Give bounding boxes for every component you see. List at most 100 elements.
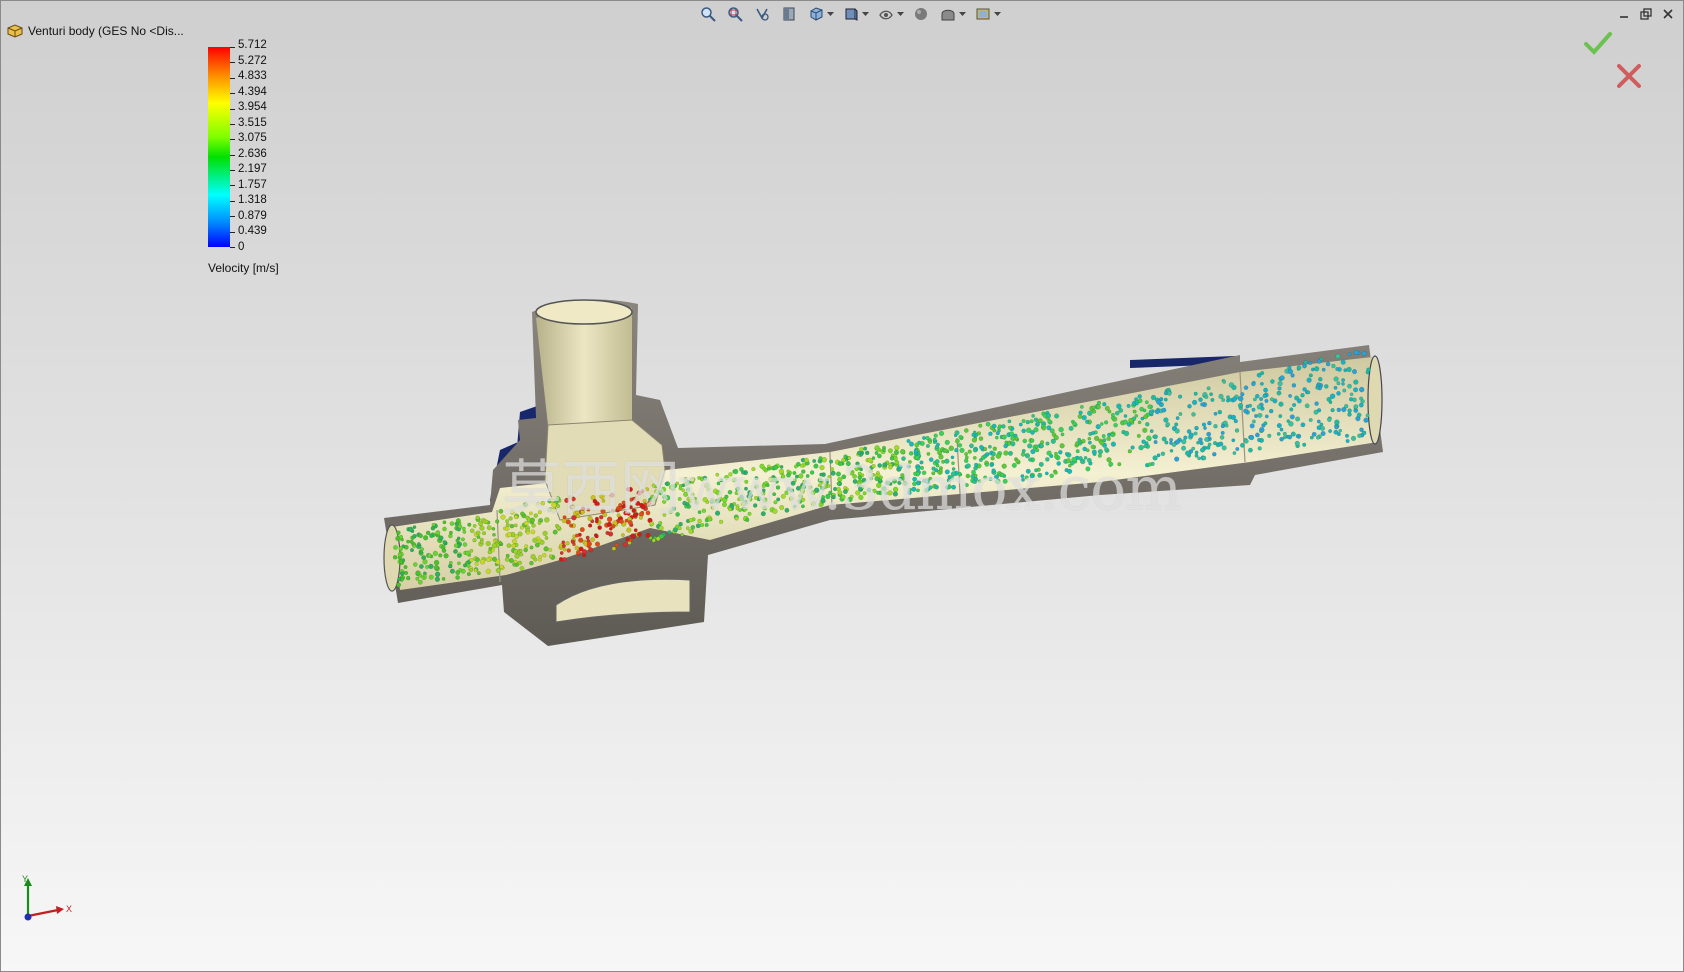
flow-particle [1252,419,1256,424]
flow-particle [1340,359,1346,365]
flow-particle [1308,361,1313,366]
flow-particle [1085,419,1090,424]
flow-particle [1226,398,1230,403]
flow-particle [933,433,938,438]
flow-particle [525,530,530,535]
flow-particle [562,557,567,562]
flow-particle [422,574,427,578]
flow-particle [1041,426,1046,431]
flow-particle [1290,431,1296,437]
flow-particle [1263,387,1269,393]
flow-particle [512,538,517,544]
flow-particle [559,551,564,555]
flow-particle [1308,373,1313,378]
flow-particle [542,553,547,558]
flow-particle [1231,384,1237,391]
flow-particle [1306,390,1311,395]
flow-particle [1206,431,1212,437]
port-opening [535,299,633,325]
flow-particle [1033,417,1039,422]
flow-particle [406,539,410,544]
flow-particle [594,541,601,547]
flow-particle [508,558,514,564]
flow-particle [1194,453,1199,458]
flow-particle [1260,371,1265,376]
flow-particle [1295,416,1301,422]
flow-particle [1224,423,1229,428]
flow-particle [1199,441,1204,446]
flow-particle [1177,394,1183,399]
flow-particle [1167,391,1172,396]
flow-particle [410,548,415,553]
flow-particle [430,526,436,531]
flow-particle [1311,367,1315,372]
flow-particle [570,539,576,544]
flow-particle [991,423,997,429]
flow-particle [456,561,461,566]
flow-particle [417,579,423,585]
coordinate-triad: Y X [22,874,72,921]
flow-particle [1365,413,1370,418]
flow-particle [448,530,453,535]
flow-particle [455,570,461,576]
flow-particle [406,575,411,581]
flow-particle [543,546,549,552]
flow-particle [1232,451,1237,455]
flow-particle [1353,379,1359,385]
flow-particle [1200,402,1205,407]
flow-particle [428,574,434,580]
flow-particle [1087,410,1093,416]
flow-particle [548,554,553,559]
flow-particle [1194,425,1199,431]
flow-particle [412,562,418,567]
flow-particle [1251,381,1256,387]
flow-particle [473,568,478,573]
flow-particle [1330,408,1335,413]
flow-particle [1204,395,1209,400]
flow-particle [1345,439,1350,444]
flow-particle [418,533,424,539]
flow-particle [457,553,462,558]
flow-particle [466,563,471,568]
flow-particle [1145,422,1150,427]
flow-particle [1033,427,1039,433]
flow-particle [1046,425,1052,431]
flow-particle [1231,396,1237,402]
flow-particle [1279,375,1285,381]
flow-particle [1319,422,1324,427]
flow-particle [1230,414,1237,421]
flow-particle [1081,415,1087,421]
flow-particle [1321,367,1326,372]
flow-particle [1175,416,1180,420]
flow-particle [1116,403,1122,409]
flow-particle [561,543,566,548]
inlet-face [383,524,401,592]
flow-particle [393,545,398,550]
flow-particle [1199,447,1205,453]
flow-particle [578,546,584,552]
flow-particle [434,576,441,582]
flow-particle [1296,365,1302,371]
flow-particle [441,577,446,581]
watermark-text: 莫西网www.3dmox.com [502,454,1182,524]
flow-particle [1207,420,1212,426]
flow-particle [594,534,599,539]
flow-particle [1102,402,1107,407]
flow-particle [1287,434,1293,440]
flow-particle [1221,445,1227,451]
flow-particle [1248,447,1253,453]
flow-particle [997,424,1002,429]
flow-particle [1029,419,1034,424]
flow-particle [429,533,434,538]
flow-particle [1358,402,1364,408]
flow-particle [1008,425,1012,430]
flow-particle [1174,422,1179,427]
flow-particle [565,541,570,546]
flow-particle [425,564,430,569]
flow-particle [1009,431,1015,437]
flow-particle [461,526,466,531]
flow-particle [1292,403,1297,408]
flow-particle [685,526,690,531]
flow-particle [1191,399,1198,406]
flow-particle [1365,370,1370,375]
